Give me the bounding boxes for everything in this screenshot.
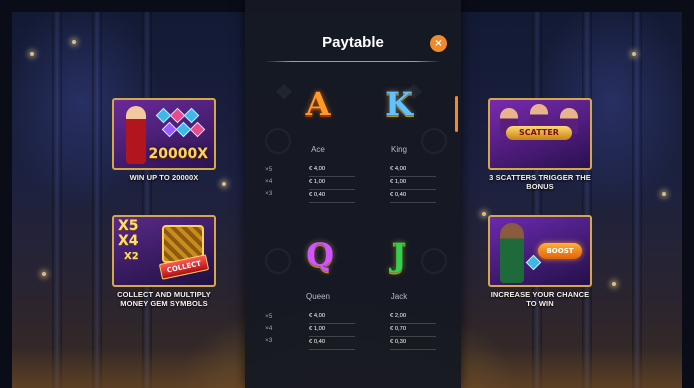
scrollbar-thumb[interactable]: [455, 96, 458, 132]
boost-button-art: BOOST: [538, 243, 582, 259]
payout-value: € 0,40: [309, 337, 355, 350]
feature-caption: 3 SCATTERS TRIGGER THE BONUS: [489, 173, 591, 191]
symbol-name-queen: Queen: [305, 292, 331, 301]
showgirl-figure: [126, 106, 146, 164]
feature-scatter: SCATTER 3 SCATTERS TRIGGER THE BONUS: [488, 98, 592, 191]
payout-value: € 1,00: [390, 177, 436, 190]
feature-collect: X5 X4 X2 COLLECT COLLECT AND MULTIPLY MO…: [112, 215, 216, 308]
payout-value: € 2,00: [390, 311, 436, 324]
payout-value: € 0,30: [390, 337, 436, 350]
collect-artwork: X5 X4 X2 COLLECT: [112, 215, 216, 287]
ace-symbol-icon: A: [305, 85, 331, 123]
curtain-fold: [532, 12, 542, 388]
sparkle: [30, 52, 34, 56]
close-icon: ×: [434, 38, 443, 49]
feature-caption: WIN UP TO 20000X: [129, 173, 199, 182]
payout-column-king: € 4,00 € 1,00 € 0,40: [390, 164, 436, 203]
payout-column-ace: € 4,00 € 1,00 € 0,40: [309, 164, 355, 203]
payout-value: € 4,00: [309, 164, 355, 177]
multiplier-label: ×3: [265, 337, 273, 344]
payout-value: € 0,40: [309, 190, 355, 203]
jack-symbol-icon: J: [391, 236, 407, 274]
symbol-name-king: King: [390, 145, 407, 154]
curtain-fold: [582, 12, 592, 388]
host-figure: [500, 223, 524, 283]
close-button[interactable]: ×: [430, 35, 447, 52]
feature-caption: INCREASE YOUR CHANCE TO WIN: [490, 290, 590, 308]
multiplier-artwork: X5 X4 X2: [118, 219, 139, 264]
feature-caption: COLLECT AND MULTIPLY MONEY GEM SYMBOLS: [117, 290, 211, 308]
multiplier-label: ×3: [265, 190, 273, 197]
sparkle: [632, 52, 636, 56]
gem-icon: [189, 121, 206, 138]
scatter-artwork: SCATTER: [488, 98, 592, 170]
ghost-ornament: ❖: [275, 80, 293, 104]
queen-symbol-icon: Q: [306, 236, 334, 274]
curtain-fold: [52, 12, 62, 388]
sparkle: [612, 282, 616, 286]
max-win-artwork: 20000X: [112, 98, 216, 170]
sparkle: [662, 192, 666, 196]
payout-column-queen: € 4,00 € 1,00 € 0,40: [309, 311, 355, 350]
multiplier-label: ×4: [265, 325, 273, 332]
multiplier-label: ×4: [265, 178, 273, 185]
payout-value: € 1,00: [309, 324, 355, 337]
sparkle: [42, 272, 46, 276]
payout-value: € 0,40: [390, 190, 436, 203]
symbol-name-ace: Ace: [311, 145, 325, 154]
multiplier-column: ×5 ×4 ×3: [265, 164, 281, 200]
scatter-banner: SCATTER: [506, 126, 572, 140]
feature-boost: BOOST INCREASE YOUR CHANCE TO WIN: [488, 215, 592, 308]
paytable-title: Paytable: [322, 34, 384, 51]
gem-icon: [525, 254, 542, 271]
ghost-ornament: [421, 248, 447, 274]
max-win-artwork-text: 20000X: [148, 146, 209, 162]
paytable-panel[interactable]: Paytable × ❖ ❖ A Ace K King ×5 ×4 ×3 € 4…: [245, 0, 461, 388]
sparkle: [72, 40, 76, 44]
symbol-name-jack: Jack: [390, 292, 408, 301]
multiplier-x2: X2: [124, 251, 139, 262]
curtain-fold: [632, 12, 642, 388]
payout-value: € 1,00: [309, 177, 355, 190]
payout-column-jack: € 2,00 € 0,70 € 0,30: [390, 311, 436, 350]
multiplier-label: ×5: [265, 313, 273, 320]
curtain-fold: [142, 12, 152, 388]
title-divider: [265, 61, 441, 62]
ghost-ornament: [265, 248, 291, 274]
boost-artwork: BOOST: [488, 215, 592, 287]
king-symbol-icon: K: [385, 85, 413, 123]
payout-value: € 4,00: [390, 164, 436, 177]
curtain-fold: [92, 12, 102, 388]
sparkle: [482, 212, 486, 216]
multiplier-x4: X4: [118, 233, 139, 249]
multiplier-x5: X5: [118, 218, 139, 234]
sparkle: [222, 182, 226, 186]
multiplier-label: ×5: [265, 166, 273, 173]
multiplier-column: ×5 ×4 ×3: [265, 311, 281, 347]
payout-value: € 0,70: [390, 324, 436, 337]
feature-max-win: 20000X WIN UP TO 20000X: [112, 98, 216, 182]
payout-value: € 4,00: [309, 311, 355, 324]
